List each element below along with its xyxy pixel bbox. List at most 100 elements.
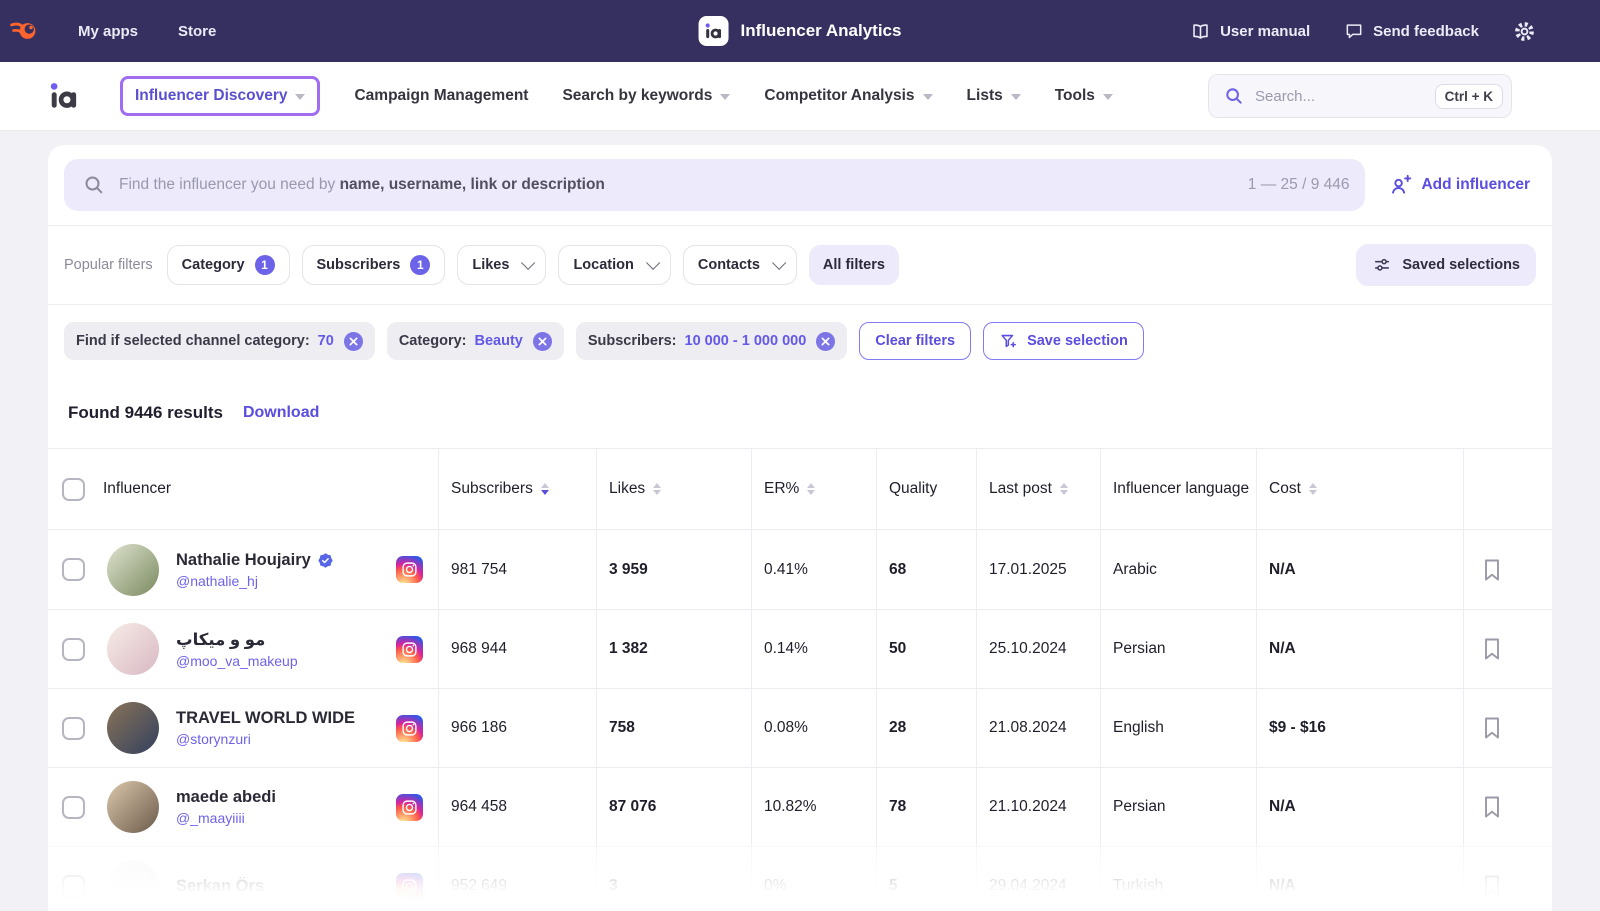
results-count: Found 9446 results: [68, 403, 223, 423]
download-link[interactable]: Download: [243, 404, 319, 422]
cell-subscribers: 966 186: [438, 689, 596, 767]
chevron-down-icon: [1011, 94, 1021, 100]
shortcut-badge: Ctrl + K: [1435, 84, 1503, 109]
select-all-checkbox[interactable]: [62, 478, 85, 501]
influencer-name[interactable]: Serkan Örs: [176, 877, 264, 896]
cell-er: 0.08%: [751, 689, 876, 767]
influencer-name[interactable]: maede abedi: [176, 788, 276, 807]
ia-logo[interactable]: [48, 80, 80, 112]
filter-chip-category[interactable]: Category 1: [167, 245, 290, 285]
bookmark-icon[interactable]: [1482, 558, 1502, 582]
influencer-name[interactable]: مو و ميكاپ: [176, 630, 265, 650]
instagram-icon[interactable]: [396, 794, 423, 821]
avatar[interactable]: [107, 623, 159, 675]
search-icon: [82, 173, 106, 197]
filter-chip-likes[interactable]: Likes: [457, 245, 546, 285]
col-subscribers[interactable]: Subscribers: [438, 449, 596, 529]
remove-filter-icon[interactable]: [533, 332, 552, 351]
cell-quality: 50: [876, 610, 976, 688]
topbar-item-my-apps[interactable]: My apps: [78, 23, 138, 40]
avatar[interactable]: [107, 544, 159, 596]
influencer-username[interactable]: @nathalie_hj: [176, 573, 334, 589]
chevron-down-icon: [295, 94, 305, 100]
page-content: Find the influencer you need by name, us…: [0, 131, 1600, 911]
nav-item-campaign-management[interactable]: Campaign Management: [354, 87, 528, 105]
cell-language: Persian: [1100, 768, 1256, 846]
col-last-post[interactable]: Last post: [976, 449, 1100, 529]
user-manual-link[interactable]: User manual: [1190, 21, 1310, 42]
influencer-username[interactable]: @_maayiiii: [176, 810, 276, 826]
nav-item-competitor-analysis[interactable]: Competitor Analysis: [764, 87, 932, 105]
bookmark-icon[interactable]: [1482, 716, 1502, 740]
cell-likes: 758: [596, 689, 751, 767]
nav-item-lists[interactable]: Lists: [967, 87, 1021, 105]
col-quality: Quality: [876, 449, 976, 529]
global-search-input[interactable]: Search... Ctrl + K: [1208, 74, 1512, 118]
topbar-item-store[interactable]: Store: [178, 23, 216, 40]
instagram-icon[interactable]: [396, 715, 423, 742]
remove-filter-icon[interactable]: [816, 332, 835, 351]
influencer-username[interactable]: @moo_va_makeup: [176, 653, 298, 669]
col-likes[interactable]: Likes: [596, 449, 751, 529]
save-selection-button[interactable]: Save selection: [983, 322, 1144, 360]
filter-chip-contacts[interactable]: Contacts: [683, 245, 797, 285]
active-filter-subscribers: Subscribers: 10 000 - 1 000 000: [576, 322, 847, 360]
influencer-search-input[interactable]: Find the influencer you need by name, us…: [64, 159, 1365, 211]
feedback-bubble-icon: [1344, 21, 1364, 41]
topbar: My apps Store Influencer Analytics User …: [0, 0, 1600, 62]
row-checkbox[interactable]: [62, 796, 85, 819]
table-row: مو و ميكاپ @moo_va_makeup: [48, 609, 1552, 688]
clear-filters-button[interactable]: Clear filters: [859, 322, 971, 360]
instagram-icon[interactable]: [396, 873, 423, 900]
influencer-name[interactable]: Nathalie Houjairy: [176, 551, 311, 570]
influencer-name[interactable]: TRAVEL WORLD WIDE: [176, 709, 355, 728]
bookmark-icon[interactable]: [1482, 795, 1502, 819]
nav-item-influencer-discovery[interactable]: Influencer Discovery: [120, 76, 320, 116]
avatar[interactable]: [107, 781, 159, 833]
cell-language: Turkish: [1100, 847, 1256, 911]
funnel-plus-icon: [999, 332, 1018, 351]
filter-count-badge: 1: [255, 255, 275, 275]
influencer-username[interactable]: @storynzuri: [176, 731, 355, 747]
row-checkbox[interactable]: [62, 558, 85, 581]
send-feedback-link[interactable]: Send feedback: [1344, 21, 1479, 41]
cell-subscribers: 952 649: [438, 847, 596, 911]
app-title: Influencer Analytics: [741, 21, 902, 41]
remove-filter-icon[interactable]: [344, 332, 363, 351]
cell-language: Arabic: [1100, 530, 1256, 609]
all-filters-button[interactable]: All filters: [809, 245, 899, 285]
cell-language: Persian: [1100, 610, 1256, 688]
sliders-icon: [1372, 255, 1392, 275]
filter-chip-location[interactable]: Location: [558, 245, 670, 285]
filter-chip-subscribers[interactable]: Subscribers 1: [302, 245, 446, 285]
col-cost[interactable]: Cost: [1256, 449, 1463, 529]
person-add-icon: [1389, 174, 1412, 197]
cell-last-post: 21.10.2024: [976, 768, 1100, 846]
bookmark-icon[interactable]: [1482, 874, 1502, 898]
avatar[interactable]: [107, 702, 159, 754]
row-checkbox[interactable]: [62, 875, 85, 898]
semrush-logo[interactable]: [10, 17, 38, 45]
nav-item-tools[interactable]: Tools: [1055, 87, 1113, 105]
col-er[interactable]: ER%: [751, 449, 876, 529]
settings-gear-icon[interactable]: [1513, 20, 1536, 43]
saved-selections-button[interactable]: Saved selections: [1356, 244, 1536, 286]
sort-icon-desc: [541, 483, 549, 495]
avatar[interactable]: [107, 860, 159, 911]
verified-badge: [317, 552, 334, 569]
add-influencer-button[interactable]: Add influencer: [1383, 174, 1536, 197]
app-header: Influencer Analytics: [699, 16, 902, 46]
search-icon: [1223, 85, 1245, 107]
sort-icon: [1309, 483, 1317, 495]
instagram-icon[interactable]: [396, 556, 423, 583]
nav-item-search-by-keywords[interactable]: Search by keywords: [562, 87, 730, 105]
cell-last-post: 17.01.2025: [976, 530, 1100, 609]
cell-cost: N/A: [1256, 847, 1463, 911]
table-row: maede abedi @_maayiiii 9: [48, 767, 1552, 846]
instagram-icon[interactable]: [396, 636, 423, 663]
bookmark-icon[interactable]: [1482, 637, 1502, 661]
row-checkbox[interactable]: [62, 717, 85, 740]
row-checkbox[interactable]: [62, 638, 85, 661]
app-logo-icon: [699, 16, 729, 46]
chevron-down-icon: [521, 256, 535, 270]
